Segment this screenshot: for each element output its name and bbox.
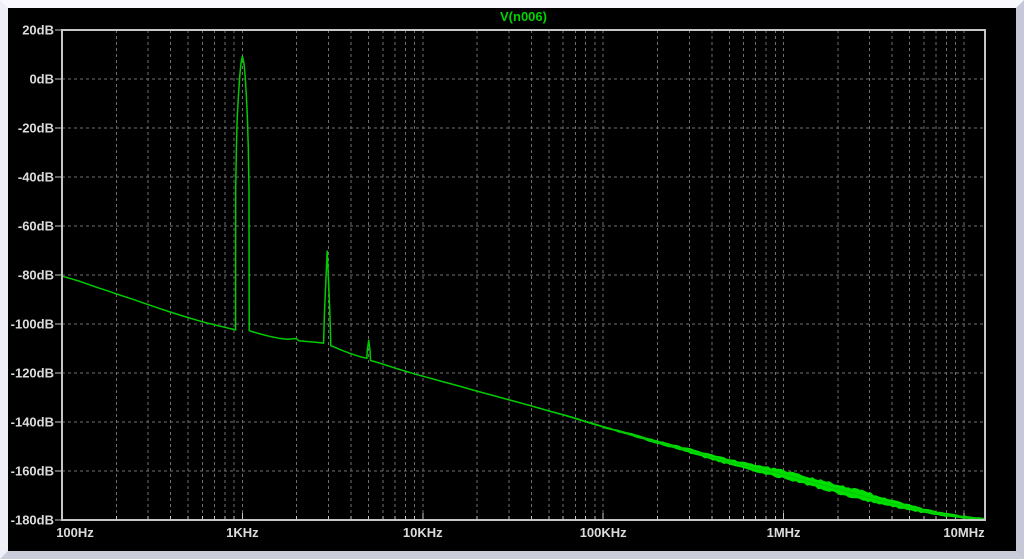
x-axis-label: 10KHz xyxy=(403,525,443,540)
y-axis-label: -160dB xyxy=(11,464,54,479)
y-axis-label: -60dB xyxy=(18,219,54,234)
x-axis-label: 100KHz xyxy=(580,525,627,540)
plot-layer: 20dB 0dB -20dB -40dB -60dB -80dB -100dB -120dB -… xyxy=(11,23,985,541)
fft-plot-surface[interactable]: 20dB 0dB -20dB -40dB -60dB -80dB -100dB -120dB -… xyxy=(8,8,1016,551)
y-axis-label: 0dB xyxy=(29,72,54,87)
y-axis-label: -80dB xyxy=(18,268,54,283)
trace-vn006 xyxy=(62,56,985,519)
y-axis-label: -120dB xyxy=(11,366,54,381)
ltspice-plot-window: { "chart_data": { "type": "line", "title… xyxy=(0,0,1024,559)
y-axis-label: -180dB xyxy=(11,513,54,528)
x-axis-label: 100Hz xyxy=(56,525,94,540)
noise-band xyxy=(513,400,985,519)
y-axis-label: -100dB xyxy=(11,317,54,332)
window-bevel-frame: 20dB 0dB -20dB -40dB -60dB -80dB -100dB -120dB -… xyxy=(0,0,1024,559)
trace-label[interactable]: V(n006) xyxy=(500,9,547,24)
x-axis-label: 1KHz xyxy=(226,525,259,540)
y-axis-label: -40dB xyxy=(18,170,54,185)
y-axis-label: 20dB xyxy=(22,23,54,38)
x-axis-label: 10MHz xyxy=(943,525,985,540)
y-axis-label: -20dB xyxy=(18,121,54,136)
y-axis-label: -140dB xyxy=(11,415,54,430)
x-axis-label: 1MHz xyxy=(767,525,801,540)
